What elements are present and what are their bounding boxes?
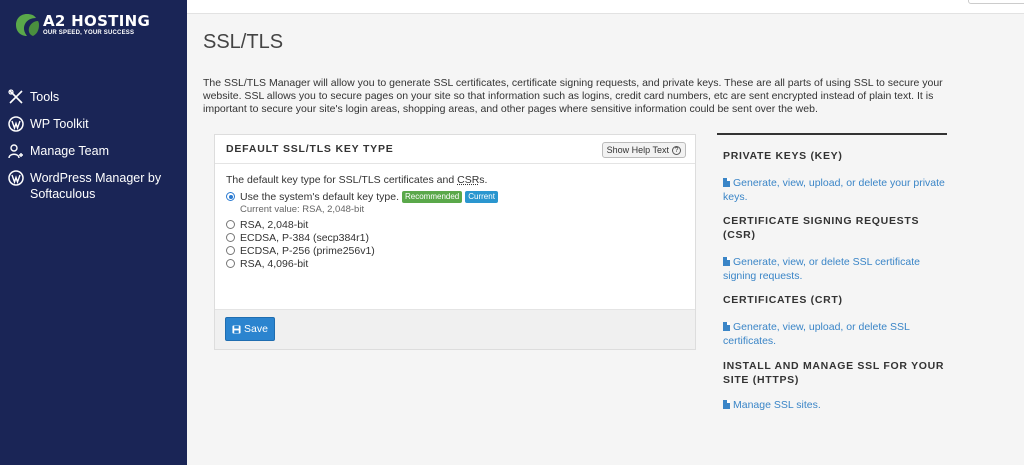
panel-body: The default key type for SSL/TLS certifi… [215, 164, 695, 280]
brand-logo[interactable]: A2 HOSTING OUR SPEED, YOUR SUCCESS [14, 12, 150, 38]
link-private-keys[interactable]: Generate, view, upload, or delete your p… [723, 176, 947, 204]
top-bar [187, 0, 1024, 14]
sidebar-item-label: WordPress Manager by Softaculous [30, 170, 179, 202]
radio-option-ecdsa-p256[interactable]: ECDSA, P-256 (prime256v1) [226, 244, 684, 257]
tools-icon [8, 89, 24, 105]
a2-logo-icon [14, 12, 40, 38]
help-button-label: Show Help Text [607, 145, 669, 155]
panel-title: DEFAULT SSL/TLS KEY TYPE [226, 143, 394, 155]
recommended-badge: Recommended [402, 191, 462, 203]
save-button[interactable]: Save [225, 317, 275, 341]
link-csr[interactable]: Generate, view, or delete SSL certificat… [723, 255, 947, 283]
radio-label: RSA, 2,048-bit [240, 219, 308, 231]
main-content: SSL/TLS The SSL/TLS Manager will allow y… [187, 15, 1024, 465]
sidebar-nav: Tools WP Toolkit Manage Team WordPress M… [0, 86, 187, 207]
section-heading-certificates: CERTIFICATES (CRT) [723, 293, 947, 307]
link-text: Manage SSL sites. [733, 399, 821, 411]
radio-label: Use the system's default key type. [240, 191, 399, 203]
description-text: The default key type for SSL/TLS certifi… [226, 174, 457, 186]
help-icon: ? [672, 146, 681, 155]
sidebar-item-manage-team[interactable]: Manage Team [0, 140, 187, 167]
radio-label: RSA, 4,096-bit [240, 258, 308, 270]
document-icon [723, 400, 730, 409]
page-intro: The SSL/TLS Manager will allow you to ge… [203, 77, 978, 116]
current-value-text: Current value: RSA, 2,048-bit [240, 203, 684, 218]
radio-option-rsa-4096[interactable]: RSA, 4,096-bit [226, 257, 684, 270]
document-icon [723, 322, 730, 331]
section-heading-private-keys: PRIVATE KEYS (KEY) [723, 149, 947, 163]
link-text: Generate, view, upload, or delete your p… [723, 177, 945, 203]
description-suffix: s. [479, 174, 487, 186]
document-icon [723, 257, 730, 266]
sidebar-item-label: Manage Team [30, 143, 109, 159]
divider [717, 133, 947, 135]
document-icon [723, 178, 730, 187]
radio-label: ECDSA, P-256 (prime256v1) [240, 245, 375, 257]
sidebar-item-tools[interactable]: Tools [0, 86, 187, 113]
sidebar-item-wp-toolkit[interactable]: WP Toolkit [0, 113, 187, 140]
related-links-column: PRIVATE KEYS (KEY) Generate, view, uploa… [717, 133, 947, 412]
sidebar-item-label: Tools [30, 89, 59, 105]
page-title: SSL/TLS [203, 31, 283, 54]
csr-abbreviation: CSR [457, 174, 479, 186]
link-manage-ssl-sites[interactable]: Manage SSL sites. [723, 398, 947, 412]
radio-label: ECDSA, P-384 (secp384r1) [240, 232, 369, 244]
sidebar-item-wordpress-manager[interactable]: WordPress Manager by Softaculous [0, 167, 187, 207]
radio-option-system-default[interactable]: Use the system's default key type. Recom… [226, 190, 684, 203]
section-heading-install-ssl: INSTALL AND MANAGE SSL FOR YOUR SITE (HT… [723, 359, 947, 387]
radio-button[interactable] [226, 233, 235, 242]
radio-button[interactable] [226, 259, 235, 268]
sidebar-item-label: WP Toolkit [30, 116, 89, 132]
wordpress-icon [8, 170, 24, 186]
radio-button[interactable] [226, 220, 235, 229]
brand-name: A2 HOSTING [43, 13, 150, 29]
user-group-icon [8, 143, 24, 159]
current-badge: Current [465, 191, 498, 203]
save-label: Save [244, 323, 268, 335]
link-text: Generate, view, or delete SSL certificat… [723, 256, 920, 282]
radio-option-rsa-2048[interactable]: RSA, 2,048-bit [226, 218, 684, 231]
sidebar: A2 HOSTING OUR SPEED, YOUR SUCCESS Tools… [0, 0, 187, 465]
panel-header: DEFAULT SSL/TLS KEY TYPE Show Help Text … [215, 135, 695, 164]
radio-button[interactable] [226, 246, 235, 255]
key-type-description: The default key type for SSL/TLS certifi… [226, 174, 684, 186]
brand-tagline: OUR SPEED, YOUR SUCCESS [43, 29, 150, 37]
panel-footer: Save [215, 309, 695, 349]
link-certificates[interactable]: Generate, view, upload, or delete SSL ce… [723, 320, 947, 348]
top-search-field[interactable] [968, 0, 1024, 4]
link-text: Generate, view, upload, or delete SSL ce… [723, 321, 909, 347]
show-help-text-button[interactable]: Show Help Text ? [602, 142, 686, 158]
section-heading-csr: CERTIFICATE SIGNING REQUESTS (CSR) [723, 214, 947, 242]
save-icon [232, 325, 241, 334]
radio-option-ecdsa-p384[interactable]: ECDSA, P-384 (secp384r1) [226, 231, 684, 244]
radio-button[interactable] [226, 192, 235, 201]
key-type-panel: DEFAULT SSL/TLS KEY TYPE Show Help Text … [214, 134, 696, 350]
wordpress-icon [8, 116, 24, 132]
